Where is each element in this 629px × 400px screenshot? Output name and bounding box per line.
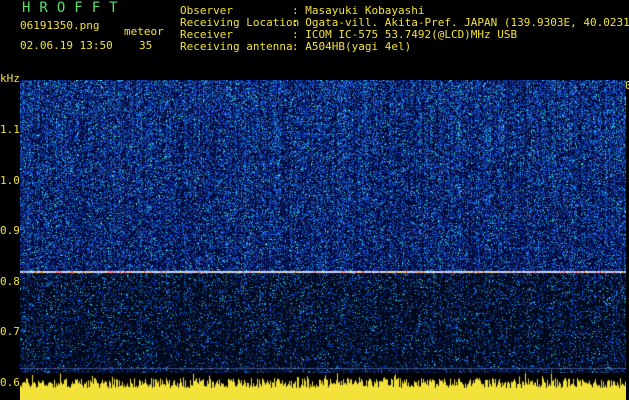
app-title: HROFFT xyxy=(22,0,127,16)
antenna-value: : A504HB(yagi 4el) xyxy=(292,40,412,53)
datetime-label: 02.06.19 13:50 xyxy=(20,39,113,52)
frequency-tick-label: 1.0 xyxy=(0,173,20,187)
signal-level-bar xyxy=(20,373,626,400)
frequency-tick-label: 0.8 xyxy=(0,274,20,288)
frequency-tick-label: 0.7 xyxy=(0,325,20,338)
meteor-count: 35 xyxy=(139,39,153,52)
waterfall-spectrogram xyxy=(20,80,626,380)
filename-label: 06191350.png xyxy=(20,19,100,32)
frequency-tick-label: 0.9 xyxy=(0,224,20,237)
antenna-label: Receiving antenna xyxy=(180,40,293,53)
meteor-label: meteor xyxy=(124,25,164,38)
frequency-unit-label: kHz xyxy=(0,72,20,85)
frequency-tick-label: 0.6 xyxy=(0,375,20,389)
frequency-tick-label: 1.1 xyxy=(0,123,20,136)
